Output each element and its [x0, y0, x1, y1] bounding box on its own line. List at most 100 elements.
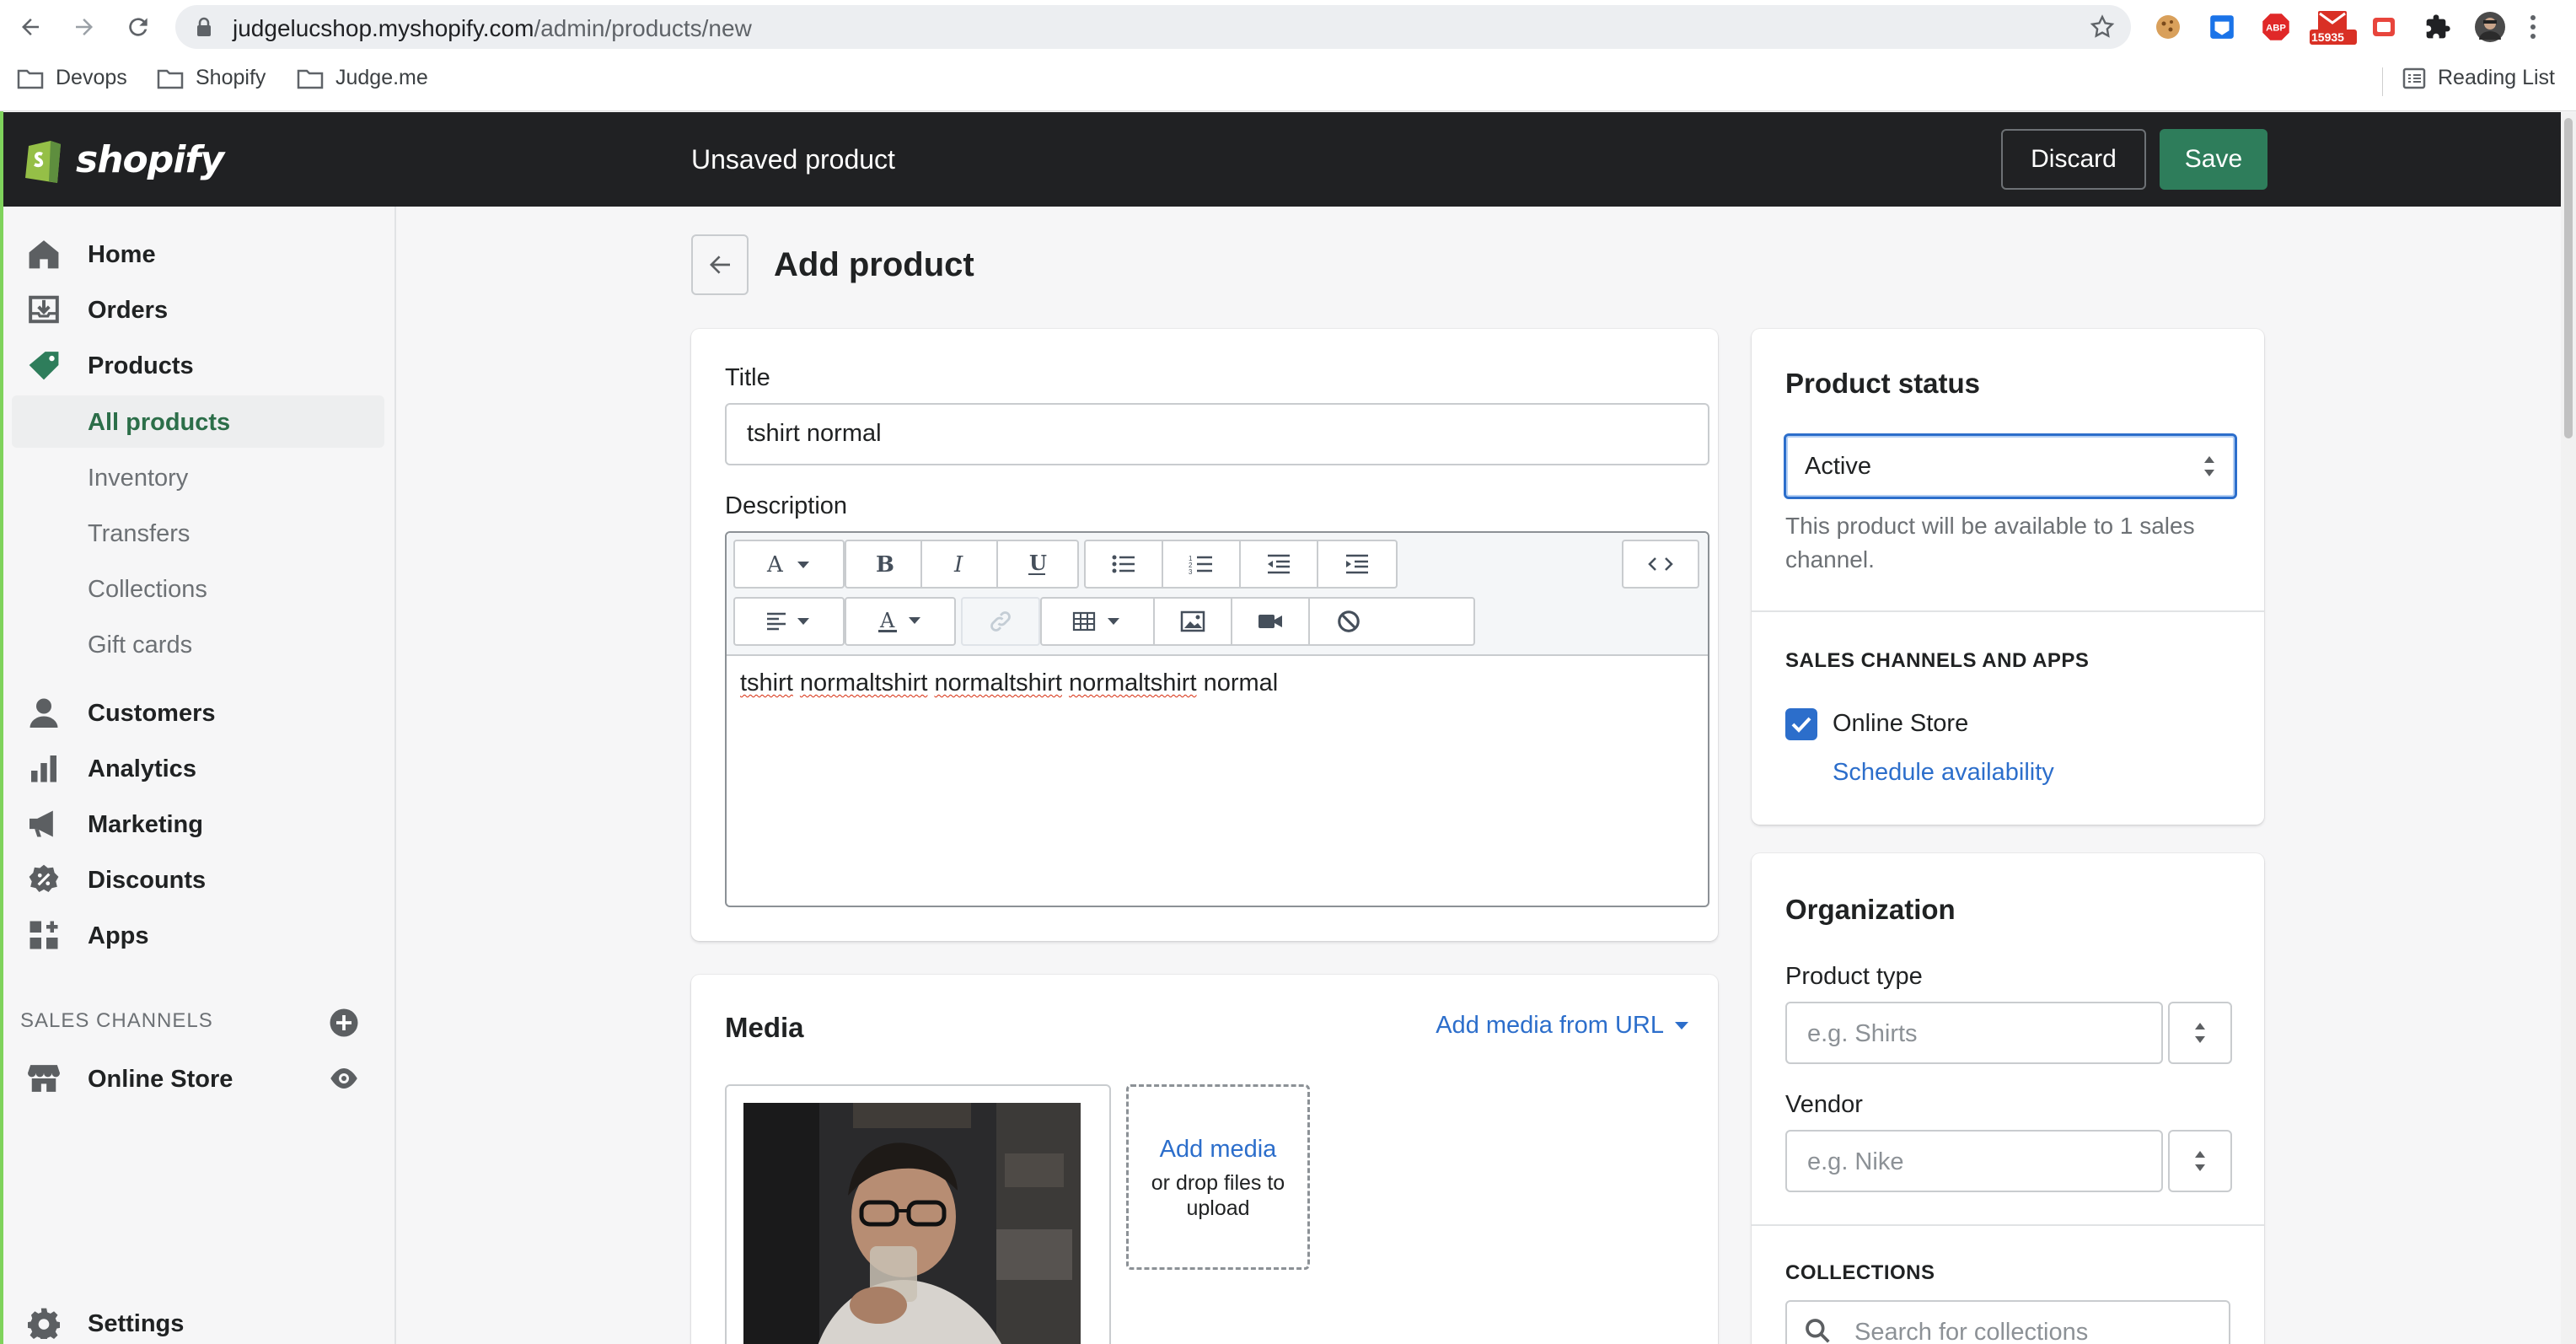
add-media-from-url-button[interactable]: Add media from URL — [1436, 1012, 1689, 1040]
collections-heading: COLLECTIONS — [1785, 1261, 1935, 1284]
discard-button[interactable]: Discard — [2001, 129, 2146, 190]
insert-video-button[interactable] — [1232, 599, 1310, 644]
indent-button[interactable] — [1318, 541, 1396, 587]
vendor-label: Vendor — [1785, 1091, 1863, 1118]
select-arrows-icon — [2204, 456, 2214, 476]
online-store-channel-label: Online Store — [1833, 710, 1969, 737]
megaphone-icon — [27, 809, 61, 839]
product-type-input[interactable]: e.g. Shirts — [1785, 1002, 2163, 1064]
online-store-checkbox[interactable] — [1785, 708, 1817, 740]
discount-icon — [27, 864, 61, 895]
sidebar-item-inventory[interactable]: Inventory — [3, 451, 396, 503]
insert-link-button[interactable] — [963, 599, 1038, 644]
align-dropdown[interactable] — [735, 599, 843, 644]
reading-list-button[interactable]: Reading List — [2402, 66, 2555, 90]
view-online-store-button[interactable] — [329, 1063, 359, 1098]
svg-text:3: 3 — [1189, 568, 1193, 574]
product-type-selector[interactable] — [2168, 1002, 2232, 1064]
back-nav-button[interactable] — [10, 7, 51, 47]
numbered-list-button[interactable]: 123 — [1163, 541, 1241, 587]
vendor-selector[interactable] — [2168, 1130, 2232, 1192]
adblock-extension-icon[interactable]: ABP — [2259, 10, 2293, 44]
bookmark-judgeme[interactable]: Judge.me — [297, 66, 428, 90]
bullet-list-button[interactable] — [1086, 541, 1163, 587]
page-title: Add product — [774, 246, 974, 283]
sidebar-item-orders[interactable]: Orders — [3, 282, 396, 336]
organization-heading: Organization — [1785, 894, 1956, 925]
url-text: judgelucshop.myshopify.com/admin/product… — [233, 15, 752, 41]
schedule-availability-link[interactable]: Schedule availability — [1833, 759, 2054, 787]
product-details-card: Title tshirt normal Description A B I U … — [691, 329, 1718, 941]
status-select[interactable]: Active — [1784, 433, 2237, 499]
align-left-icon — [767, 612, 809, 631]
inbox-extension-icon[interactable] — [2205, 10, 2239, 44]
bookmark-star-icon[interactable] — [2089, 13, 2116, 40]
title-input[interactable]: tshirt normal — [725, 403, 1709, 465]
select-arrows-icon — [2195, 1151, 2205, 1171]
shopify-bag-icon — [25, 141, 61, 183]
sidebar-item-apps[interactable]: Apps — [3, 908, 396, 962]
sidebar-item-all-products[interactable]: All products — [12, 395, 384, 448]
bold-button[interactable]: B — [846, 541, 922, 587]
html-view-button[interactable] — [1623, 541, 1698, 587]
clear-formatting-button[interactable] — [1310, 599, 1387, 644]
gmail-extension-icon[interactable]: 15935 — [2310, 10, 2357, 45]
bookmark-shopify[interactable]: Shopify — [157, 66, 266, 90]
cookie-extension-icon[interactable] — [2151, 10, 2185, 44]
sidebar-item-marketing[interactable]: Marketing — [3, 797, 396, 851]
italic-button[interactable]: I — [922, 541, 998, 587]
sidebar-item-customers[interactable]: Customers — [3, 685, 396, 739]
product-status-heading: Product status — [1785, 368, 1981, 399]
sidebar-item-gift-cards[interactable]: Gift cards — [3, 618, 396, 670]
product-photo — [743, 1103, 1081, 1344]
folder-icon — [297, 69, 324, 89]
profile-avatar[interactable] — [2473, 10, 2507, 44]
bookmarks-bar: Devops Shopify Judge.me Reading List — [0, 59, 2576, 105]
collections-search-input[interactable]: Search for collections — [1785, 1300, 2230, 1344]
sidebar-item-analytics[interactable]: Analytics — [3, 741, 396, 795]
title-label: Title — [725, 364, 770, 391]
sidebar-item-home[interactable]: Home — [3, 227, 396, 281]
checkmark-icon — [1791, 717, 1811, 733]
insert-image-button[interactable] — [1155, 599, 1232, 644]
shopify-logo[interactable]: shopify — [22, 134, 224, 185]
vendor-input[interactable]: e.g. Nike — [1785, 1130, 2163, 1192]
product-status-card: Product status Active This product will … — [1752, 329, 2264, 825]
description-content[interactable]: tshirt normaltshirt normaltshirt normalt… — [740, 669, 1278, 697]
save-button[interactable]: Save — [2160, 129, 2267, 190]
reload-button[interactable] — [118, 7, 158, 47]
page-scrollbar-thumb[interactable] — [2564, 118, 2573, 438]
browser-menu-icon[interactable] — [2520, 10, 2546, 44]
gear-icon — [27, 1308, 61, 1339]
text-color-dropdown[interactable]: A — [846, 599, 954, 644]
extensions-puzzle-icon[interactable] — [2421, 10, 2455, 44]
plus-circle-icon — [330, 1008, 358, 1037]
back-to-products-button[interactable] — [691, 234, 749, 295]
browser-chrome: judgelucshop.myshopify.com/admin/product… — [0, 0, 2576, 111]
sidebar-item-settings[interactable]: Settings — [3, 1296, 396, 1344]
sidebar-item-transfers[interactable]: Transfers — [3, 507, 396, 559]
arrow-right-icon — [76, 19, 93, 35]
select-arrows-icon — [2195, 1023, 2205, 1043]
outdent-button[interactable] — [1241, 541, 1318, 587]
bookmark-devops[interactable]: Devops — [17, 66, 127, 90]
sidebar-item-discounts[interactable]: Discounts — [3, 852, 396, 906]
underline-button[interactable]: U — [998, 541, 1076, 587]
numbered-list-icon: 123 — [1189, 555, 1212, 574]
add-media-link[interactable]: Add media — [1129, 1136, 1307, 1164]
insert-table-dropdown[interactable] — [1042, 599, 1155, 644]
organization-divider — [1752, 1224, 2264, 1226]
sidebar-item-products[interactable]: Products — [3, 338, 396, 392]
screen-extension-icon[interactable] — [2367, 10, 2401, 44]
svg-text:A: A — [879, 609, 895, 632]
svg-text:U: U — [1029, 551, 1047, 575]
search-icon — [1806, 1319, 1830, 1343]
forward-nav-button[interactable] — [64, 7, 105, 47]
font-style-dropdown[interactable]: A — [735, 541, 843, 587]
media-thumbnail[interactable] — [725, 1084, 1111, 1344]
sidebar-item-collections[interactable]: Collections — [3, 562, 396, 615]
media-dropzone[interactable]: Add media or drop files to upload — [1126, 1084, 1310, 1270]
address-bar[interactable]: judgelucshop.myshopify.com/admin/product… — [175, 5, 2131, 49]
admin-top-bar: shopify Unsaved product Discard Save — [3, 112, 2561, 207]
add-sales-channel-button[interactable] — [329, 1008, 359, 1042]
